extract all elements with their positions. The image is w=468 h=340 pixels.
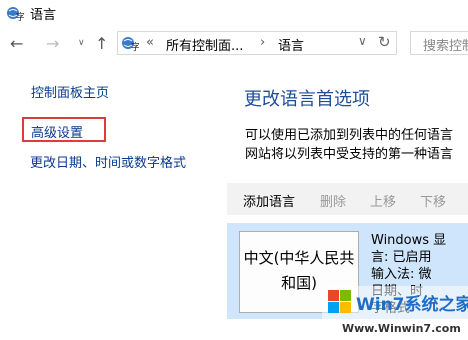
sidebar-item-advanced-settings[interactable]: 高级设置 xyxy=(22,117,106,142)
add-language-button[interactable]: 添加语言 xyxy=(243,191,295,210)
search-input[interactable]: 搜索控制 xyxy=(410,31,468,55)
breadcrumb-language[interactable]: 语言 xyxy=(278,35,304,54)
page-title: 更改语言首选项 xyxy=(244,89,370,110)
svg-text:Www.Winwin7.com: Www.Winwin7.com xyxy=(342,322,461,335)
up-arrow-icon[interactable]: ↑ xyxy=(95,34,108,53)
refresh-icon[interactable]: ↻ xyxy=(378,33,391,51)
address-dropdown-icon[interactable]: ∨ xyxy=(358,34,367,48)
language-icon: 字 xyxy=(122,37,139,52)
win7-watermark-logo: Win7系统之家 Www.Winwin7.com xyxy=(322,286,468,340)
description-line: 可以使用已添加到列表中的任何语言 xyxy=(245,128,454,143)
address-bar[interactable]: 字 « 所有控制面... › 语言 ∨ ↻ xyxy=(117,31,397,55)
breadcrumb-all-control-panel[interactable]: 所有控制面... xyxy=(166,35,243,54)
window-title: 语言 xyxy=(30,8,57,23)
description-line: 网站将以列表中受支持的第一种语言 xyxy=(245,147,454,162)
title-bar: 字 语言 xyxy=(0,0,468,28)
svg-text:字: 字 xyxy=(131,41,139,52)
sidebar-item-control-panel-home[interactable]: 控制面板主页 xyxy=(31,82,109,101)
breadcrumb-overflow-icon[interactable]: « xyxy=(146,35,154,50)
move-down-button[interactable]: 下移 xyxy=(420,191,446,210)
move-up-button[interactable]: 上移 xyxy=(370,191,396,210)
svg-text:Win7系统之家: Win7系统之家 xyxy=(356,294,468,315)
recent-locations-chevron-icon[interactable]: ∨ xyxy=(78,38,85,48)
svg-text:字: 字 xyxy=(16,11,24,22)
language-name-line: 中文(中华人民共 xyxy=(243,249,355,267)
sidebar-item-label: 高级设置 xyxy=(31,126,84,141)
back-arrow-icon[interactable]: ← xyxy=(10,34,23,53)
search-placeholder: 搜索控制 xyxy=(423,39,468,54)
language-icon: 字 xyxy=(7,7,24,22)
language-toolbar: 添加语言 删除 上移 下移 xyxy=(227,183,468,215)
breadcrumb-separator-icon[interactable]: › xyxy=(260,35,265,50)
remove-button[interactable]: 删除 xyxy=(320,191,346,210)
sidebar-item-date-time-format[interactable]: 更改日期、时间或数字格式 xyxy=(30,152,186,171)
forward-arrow-icon[interactable]: → xyxy=(46,34,59,53)
